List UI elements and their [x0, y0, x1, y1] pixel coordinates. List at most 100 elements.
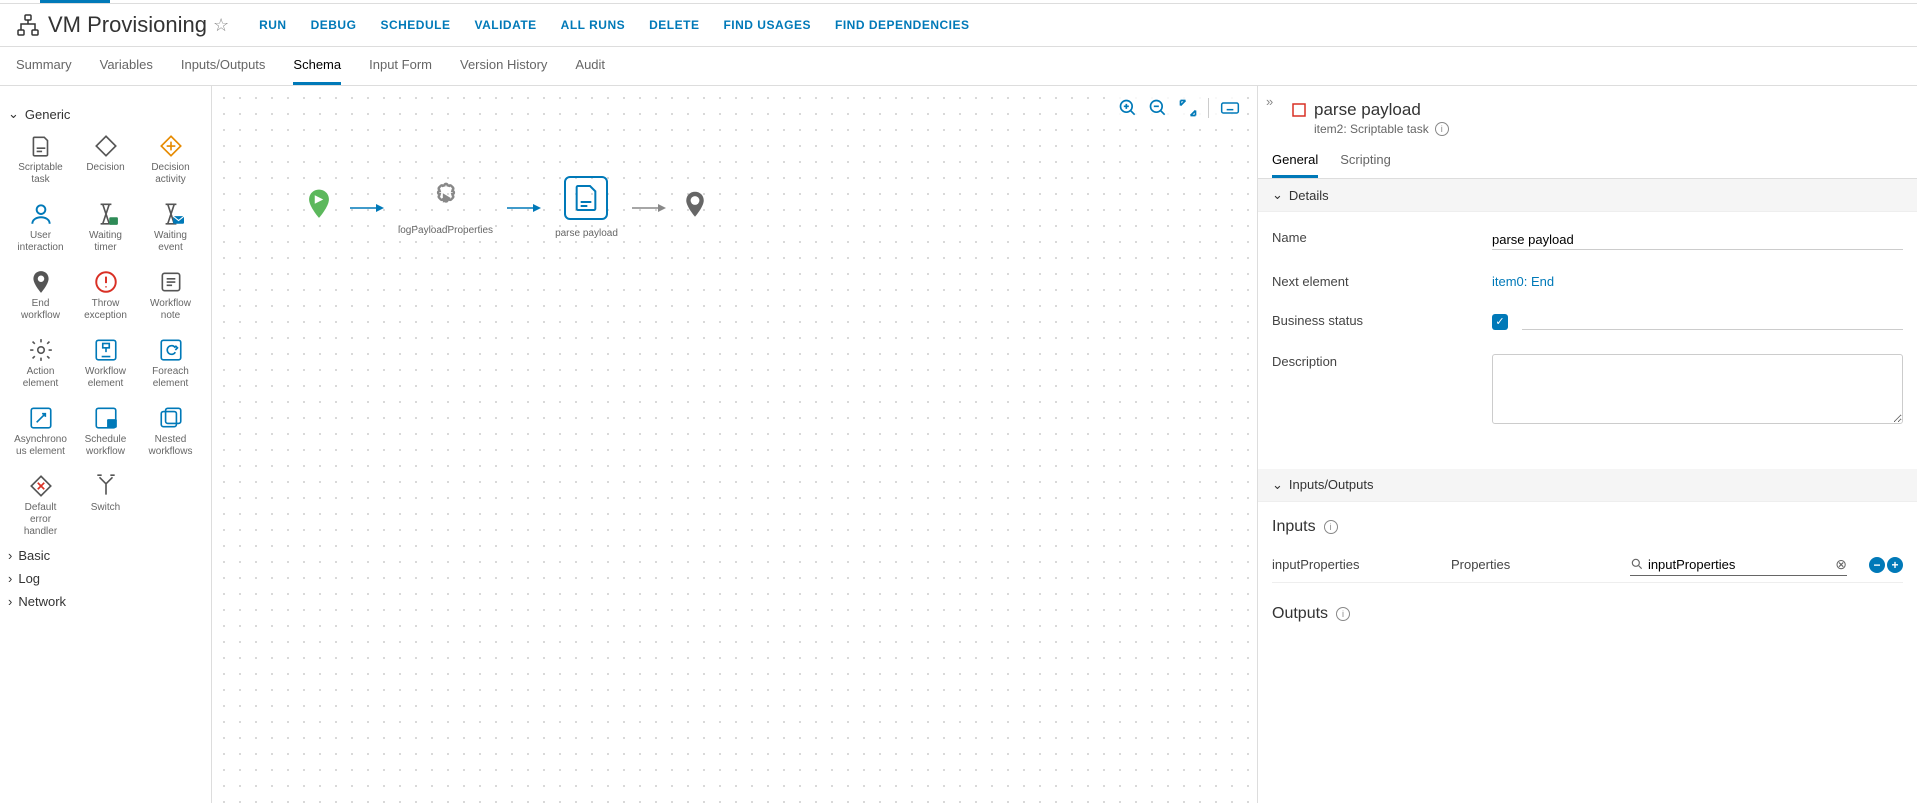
- props-title: parse payload: [1314, 100, 1421, 120]
- palette-foreach-element[interactable]: Foreach element: [138, 334, 203, 392]
- palette-workflow-element[interactable]: Workflow element: [73, 334, 138, 392]
- decision-icon: [92, 132, 120, 160]
- start-node[interactable]: [302, 186, 336, 230]
- input-name: inputProperties: [1272, 557, 1439, 572]
- input-row: inputProperties Properties ⊗ − +: [1272, 554, 1903, 583]
- palette-switch[interactable]: Switch: [73, 470, 138, 540]
- nested-icon: [157, 404, 185, 432]
- clear-icon[interactable]: ⊗: [1835, 556, 1847, 573]
- foreach-icon: [157, 336, 185, 364]
- zoom-in-icon[interactable]: [1118, 98, 1138, 118]
- business-status-checkbox[interactable]: ✓: [1492, 314, 1508, 330]
- info-icon[interactable]: i: [1435, 122, 1449, 136]
- tab-inputs-outputs[interactable]: Inputs/Outputs: [181, 47, 266, 85]
- favorite-star-icon[interactable]: ☆: [213, 15, 229, 36]
- chevron-right-icon: ›: [8, 548, 12, 563]
- label-description: Description: [1272, 354, 1492, 369]
- description-textarea[interactable]: [1492, 354, 1903, 424]
- label-name: Name: [1272, 230, 1492, 245]
- action-validate[interactable]: VALIDATE: [474, 18, 536, 32]
- keyboard-icon[interactable]: [1219, 98, 1239, 118]
- tab-summary[interactable]: Summary: [16, 47, 72, 85]
- tab-variables[interactable]: Variables: [100, 47, 153, 85]
- properties-panel: » parse payload item2: Scriptable task i…: [1257, 86, 1917, 803]
- collapse-panel-icon[interactable]: »: [1266, 94, 1273, 109]
- workflow-element-icon: [92, 336, 120, 364]
- action-debug[interactable]: DEBUG: [311, 18, 357, 32]
- script-node-parse-payload[interactable]: parse payload: [555, 176, 618, 239]
- schema-canvas[interactable]: logPayloadProperties parse payload: [212, 86, 1257, 803]
- script-badge-icon: [1292, 103, 1306, 117]
- end-workflow-icon: [27, 268, 55, 296]
- action-find-usages[interactable]: FIND USAGES: [723, 18, 811, 32]
- tab-schema[interactable]: Schema: [293, 47, 341, 85]
- action-find-dependencies[interactable]: FIND DEPENDENCIES: [835, 18, 970, 32]
- palette-group-log[interactable]: › Log: [8, 571, 203, 586]
- info-icon[interactable]: i: [1324, 520, 1338, 534]
- palette-workflow-note[interactable]: Workflow note: [138, 266, 203, 324]
- palette-end-workflow[interactable]: End workflow: [8, 266, 73, 324]
- add-input-button[interactable]: +: [1887, 557, 1903, 573]
- page-header: VM Provisioning ☆ RUN DEBUG SCHEDULE VAL…: [0, 4, 1917, 47]
- palette-group-network[interactable]: › Network: [8, 594, 203, 609]
- outputs-heading: Outputs: [1272, 605, 1328, 623]
- palette-group-basic[interactable]: › Basic: [8, 548, 203, 563]
- action-node-log[interactable]: logPayloadProperties: [398, 179, 493, 236]
- palette-schedule-workflow[interactable]: Schedule workflow: [73, 402, 138, 460]
- palette-scriptable-task[interactable]: Scriptable task: [8, 130, 73, 188]
- props-subtitle: item2: Scriptable task: [1314, 122, 1429, 136]
- action-delete[interactable]: DELETE: [649, 18, 699, 32]
- palette-action-element[interactable]: Action element: [8, 334, 73, 392]
- info-icon[interactable]: i: [1336, 607, 1350, 621]
- inputs-heading: Inputs: [1272, 518, 1316, 536]
- next-element-link[interactable]: item0: End: [1492, 274, 1554, 289]
- palette-decision-activity[interactable]: Decision activity: [138, 130, 203, 188]
- action-all-runs[interactable]: ALL RUNS: [561, 18, 625, 32]
- palette-waiting-timer[interactable]: Waiting timer: [73, 198, 138, 256]
- input-bind-search[interactable]: [1648, 557, 1835, 572]
- chevron-right-icon: ›: [8, 594, 12, 609]
- name-input[interactable]: [1492, 230, 1903, 250]
- async-icon: [27, 404, 55, 432]
- label-business-status: Business status: [1272, 313, 1492, 328]
- timer-icon: [92, 200, 120, 228]
- decision-activity-icon: [157, 132, 185, 160]
- tab-input-form[interactable]: Input Form: [369, 47, 432, 85]
- gear-icon: [27, 336, 55, 364]
- palette-user-interaction[interactable]: User interaction: [8, 198, 73, 256]
- tab-audit[interactable]: Audit: [575, 47, 605, 85]
- palette-default-error-handler[interactable]: Default error handler: [8, 470, 73, 540]
- workflow-icon: [16, 13, 40, 37]
- chevron-right-icon: ›: [8, 571, 12, 586]
- palette-throw-exception[interactable]: Throw exception: [73, 266, 138, 324]
- schedule-icon: [92, 404, 120, 432]
- error-handler-icon: [27, 472, 55, 500]
- input-type: Properties: [1451, 557, 1618, 572]
- remove-input-button[interactable]: −: [1869, 557, 1885, 573]
- label-next-element: Next element: [1272, 274, 1492, 289]
- palette-decision[interactable]: Decision: [73, 130, 138, 188]
- action-schedule[interactable]: SCHEDULE: [380, 18, 450, 32]
- exception-icon: [92, 268, 120, 296]
- action-run[interactable]: RUN: [259, 18, 287, 32]
- section-details[interactable]: ⌄ Details: [1258, 179, 1917, 212]
- props-tab-general[interactable]: General: [1272, 152, 1318, 178]
- palette-waiting-event[interactable]: Waiting event: [138, 198, 203, 256]
- tab-version-history[interactable]: Version History: [460, 47, 547, 85]
- palette-nested-workflows[interactable]: Nested workflows: [138, 402, 203, 460]
- fit-screen-icon[interactable]: [1178, 98, 1198, 118]
- chevron-down-icon: ⌄: [1272, 187, 1283, 203]
- palette-group-generic[interactable]: ⌄ Generic: [8, 106, 203, 122]
- palette-async-element[interactable]: Asynchronous element: [8, 402, 73, 460]
- main-tabs: Summary Variables Inputs/Outputs Schema …: [0, 47, 1917, 86]
- canvas-toolbar: [1112, 94, 1245, 122]
- end-node[interactable]: [680, 189, 710, 227]
- scriptable-task-icon: [27, 132, 55, 160]
- switch-icon: [92, 472, 120, 500]
- zoom-out-icon[interactable]: [1148, 98, 1168, 118]
- props-tab-scripting[interactable]: Scripting: [1340, 152, 1391, 178]
- section-inputs-outputs[interactable]: ⌄ Inputs/Outputs: [1258, 469, 1917, 502]
- connector: [350, 203, 384, 213]
- connector: [632, 203, 666, 213]
- page-title: VM Provisioning: [48, 12, 207, 38]
